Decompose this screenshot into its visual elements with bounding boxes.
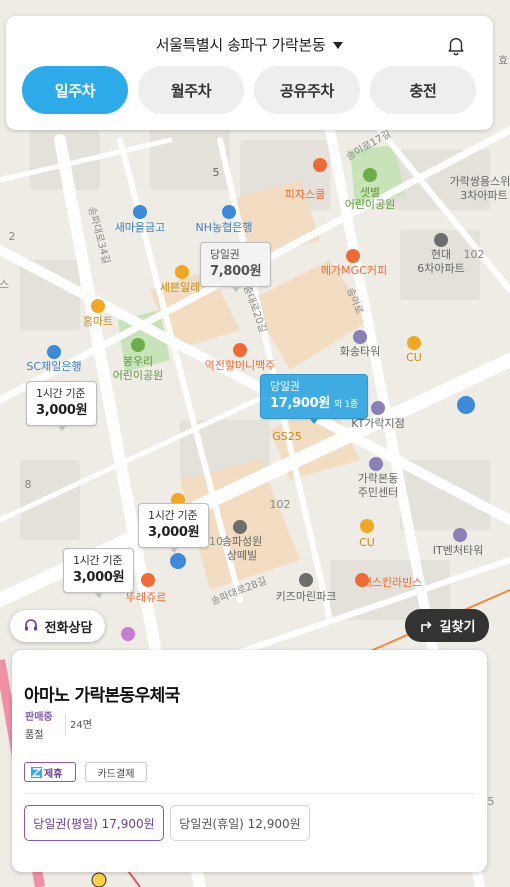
map-label-kids: 키즈마린파크 bbox=[276, 590, 337, 603]
parking-lot-card[interactable]: 아마노 가락본동우체국 판매중 품절 24면 제휴 카드결제 당일권(평일) 1… bbox=[12, 650, 487, 872]
map-label-park2b: 어린이공원 bbox=[113, 369, 164, 382]
partner-tag: 제휴 bbox=[24, 762, 76, 782]
parking-pin[interactable]: 당일권 7,800원 bbox=[200, 242, 272, 293]
phone-consult-button[interactable]: 전화상담 bbox=[10, 610, 105, 642]
map-label-homemart: 홈마트 bbox=[83, 314, 113, 328]
parking-pin[interactable]: 1시간 기준 3,000원 bbox=[26, 381, 98, 432]
map-label-centerb: 주민센터 bbox=[358, 486, 398, 499]
turn-right-icon bbox=[420, 620, 432, 632]
map-label-apt2b: 3차아파트 bbox=[460, 189, 507, 202]
space-count: 24면 bbox=[70, 720, 92, 731]
header-panel: 서울특별시 송파구 가락본동 일주차 월주차 공유주차 충전 bbox=[6, 16, 493, 130]
tab-monthly[interactable]: 월주차 bbox=[138, 66, 244, 114]
pin-title: 1시간 기준 bbox=[73, 554, 123, 567]
pin-title: 1시간 기준 bbox=[36, 387, 86, 400]
pin-price: 3,000원 bbox=[36, 402, 88, 418]
pin-title: 1시간 기준 bbox=[148, 509, 198, 522]
location-selector[interactable]: 서울특별시 송파구 가락본동 bbox=[6, 34, 493, 55]
pin-price: 7,800원 bbox=[210, 263, 262, 279]
map-label-apt2: 가락쌍용스위 bbox=[450, 175, 510, 188]
ticket-weekday-option[interactable]: 당일권(평일) 17,900원 bbox=[24, 805, 164, 841]
pin-price: 3,000원 bbox=[73, 569, 125, 585]
map-label-edge2: 스 bbox=[0, 278, 9, 291]
pin-price: 17,900원 bbox=[270, 395, 331, 411]
divider bbox=[24, 793, 475, 794]
map-label-cu1: CU bbox=[406, 351, 422, 364]
pin-title: 당일권 bbox=[270, 380, 300, 393]
map-label-edge3: 5 bbox=[488, 795, 495, 808]
map-label-center: 가락본동 bbox=[358, 472, 398, 485]
map-label-apt1b: 6차아파트 bbox=[417, 262, 464, 275]
map-label-park1b: 어린이공원 bbox=[345, 198, 396, 211]
phone-consult-label: 전화상담 bbox=[44, 620, 93, 636]
tab-shared[interactable]: 공유주차 bbox=[254, 66, 360, 114]
partner-icon bbox=[31, 766, 42, 778]
headset-icon bbox=[24, 619, 37, 631]
pin-title: 당일권 bbox=[210, 248, 240, 261]
map-label-num10: 10 bbox=[209, 535, 223, 548]
map-label-baskin: 배스킨라빈스 bbox=[362, 576, 423, 589]
map-label-mega: 메가MGC커피 bbox=[321, 264, 387, 277]
parking-pin[interactable]: 1시간 기준 3,000원 bbox=[138, 503, 210, 554]
parking-lot-name: 아마노 가락본동우체국 bbox=[24, 686, 180, 706]
map-label-park2: 봉우리 bbox=[123, 355, 153, 368]
directions-label: 길찾기 bbox=[439, 620, 476, 635]
directions-button[interactable]: 길찾기 bbox=[405, 609, 489, 642]
tab-daily[interactable]: 일주차 bbox=[22, 66, 128, 114]
card-payment-tag: 카드결제 bbox=[85, 762, 147, 782]
map-label-tous: 뚜레쥬르 bbox=[126, 591, 166, 604]
availability-status: 품절 bbox=[25, 730, 44, 741]
map-label-villab: 상떼빌 bbox=[227, 549, 257, 562]
map-label-num102a: 102 bbox=[464, 248, 485, 261]
ticket-holiday-option[interactable]: 당일권(휴일) 12,900원 bbox=[170, 805, 310, 841]
tab-charging[interactable]: 충전 bbox=[370, 66, 476, 114]
parking-pin[interactable]: 1시간 기준 3,000원 bbox=[63, 548, 135, 599]
map-label-sc: SC제일은행 bbox=[26, 359, 81, 373]
pin-price: 3,000원 bbox=[148, 524, 200, 540]
map-label-num2: 2 bbox=[9, 230, 16, 243]
bell-icon[interactable] bbox=[445, 34, 467, 56]
dropdown-arrow-icon bbox=[333, 42, 344, 49]
map-label-seben: 세븐일레 bbox=[160, 280, 200, 294]
pin-extra: 외 1종 bbox=[334, 399, 358, 410]
sale-status: 판매중 bbox=[25, 712, 53, 723]
map-label-bank1: 새마을금고 bbox=[115, 221, 166, 234]
location-label: 서울특별시 송파구 가락본동 bbox=[155, 36, 326, 54]
map-label-cu2: CU bbox=[359, 536, 375, 549]
map-label-tower: 화송타워 bbox=[340, 345, 380, 358]
map-label-edge1: 효 bbox=[498, 54, 508, 67]
map-label-apt1: 현대 bbox=[431, 248, 451, 261]
map-label-bank2: NH농협은행 bbox=[196, 221, 253, 234]
parking-pin-selected[interactable]: 당일권 17,900원 외 1종 bbox=[260, 374, 368, 425]
map-label-num8: 8 bbox=[25, 478, 32, 491]
map-label-num102b: 102 bbox=[270, 498, 291, 511]
map-label-pizza: 피자스쿨 bbox=[285, 188, 325, 201]
map-label-station: 역전할머니맥주 bbox=[205, 359, 276, 372]
map-label-villa: 송파성원 bbox=[222, 535, 262, 548]
map-label-gs: GS25 bbox=[272, 430, 302, 443]
partner-tag-label: 제휴 bbox=[44, 768, 63, 780]
map-label-num5: 5 bbox=[213, 166, 220, 179]
divider bbox=[65, 714, 66, 736]
map-label-itv: IT벤처타워 bbox=[433, 544, 483, 557]
